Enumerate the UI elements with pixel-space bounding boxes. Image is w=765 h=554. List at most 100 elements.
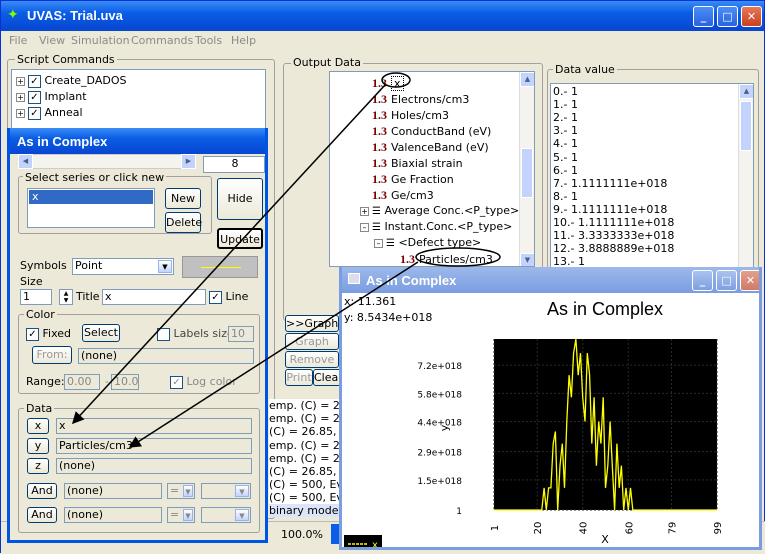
chevron-down-icon[interactable]: ▼ <box>183 485 193 497</box>
tree-item-biaxial[interactable]: 1.3 Biaxial strain <box>372 156 463 171</box>
chart-svg[interactable]: As in Complex 1 20 40 60 79 99 1 1.5e+018 2.9e+01… <box>342 293 762 547</box>
and-value-2[interactable]: ▼ <box>201 507 251 523</box>
data-value-row[interactable]: 2.- 1 <box>553 111 578 124</box>
z-button[interactable]: z <box>27 458 49 474</box>
z-field[interactable]: (none) <box>56 458 252 474</box>
remove-button[interactable]: Remove <box>285 351 339 368</box>
menu-view[interactable]: View <box>39 34 65 47</box>
and-op-1[interactable]: = ▼ <box>167 483 195 499</box>
checked-icon[interactable]: ✓ <box>170 375 183 389</box>
menu-help[interactable]: Help <box>231 34 256 47</box>
complex-dialog-title-bar[interactable]: As in Complex <box>10 128 265 154</box>
scroll-right-icon[interactable]: ▶ <box>181 154 196 169</box>
symbols-select[interactable]: Point ▼ <box>72 258 174 275</box>
maximize-button[interactable]: □ <box>717 6 738 27</box>
data-value-list[interactable]: 0.- 1 1.- 1 2.- 1 3.- 1 4.- 1 5.- 1 6.- 1 7.- 1… <box>550 83 754 271</box>
script-item-create[interactable]: + ✓ Create_DADOS <box>16 74 126 88</box>
data-value-row[interactable]: 12.- 3.8888889e+018 <box>553 242 674 255</box>
and-button-2[interactable]: And <box>27 507 57 523</box>
range-min[interactable]: 0.00 <box>64 374 100 390</box>
line-checkbox[interactable]: ✓ Line <box>209 290 248 304</box>
y-field[interactable]: Particles/cm3 <box>56 438 252 454</box>
data-value-row[interactable]: 6.- 1 <box>553 164 578 177</box>
scroll-down-icon[interactable]: ▼ <box>520 253 534 266</box>
x-field[interactable]: x <box>56 418 252 434</box>
new-series-button[interactable]: New <box>165 188 201 209</box>
scroll-thumb[interactable] <box>521 148 533 198</box>
data-value-row[interactable]: 9.- 1.1111111e+018 <box>553 203 667 216</box>
scroll-left-icon[interactable]: ◀ <box>18 154 33 169</box>
select-color-button[interactable]: Select <box>82 324 120 342</box>
y-button[interactable]: y <box>27 438 49 454</box>
expand-icon[interactable]: + <box>16 76 25 86</box>
graph-add-button[interactable]: >>Graph <box>285 315 339 332</box>
minimize-button[interactable]: _ <box>693 6 714 27</box>
labels-size-checkbox[interactable]: Labels size <box>157 327 234 341</box>
checked-icon[interactable]: ✓ <box>28 74 41 88</box>
script-item-anneal[interactable]: + ✓ Anneal <box>16 106 83 120</box>
data-value-row[interactable]: 5.- 1 <box>553 151 578 164</box>
main-title-bar[interactable]: ✦ UVAS: Trial.uva _ □ ✕ <box>1 1 764 31</box>
output-tree-scrollbar[interactable]: ▲ ▼ <box>519 72 534 266</box>
delete-series-button[interactable]: Delete <box>165 212 202 233</box>
tree-item-electrons[interactable]: 1.3 Electrons/cm3 <box>372 92 469 107</box>
tree-item-gefraction[interactable]: 1.3 Ge Fraction <box>372 172 454 187</box>
title-input[interactable]: x <box>102 289 206 305</box>
from-button[interactable]: From: <box>32 346 72 364</box>
menu-commands[interactable]: Commands <box>131 34 193 47</box>
data-value-row[interactable]: 10.- 1.1111111e+018 <box>553 216 674 229</box>
data-value-row[interactable]: 0.- 1 <box>553 85 578 98</box>
checked-icon[interactable]: ✓ <box>28 106 41 120</box>
tree-item-particles[interactable]: 1.3 Particles/cm3 <box>400 252 493 266</box>
data-value-row[interactable]: 4.- 1 <box>553 137 578 150</box>
chevron-down-icon[interactable]: ▼ <box>235 485 249 497</box>
collapse-icon[interactable]: – <box>360 222 369 232</box>
labels-size-input[interactable]: 10 <box>228 326 254 342</box>
line-color-swatch[interactable] <box>182 256 258 278</box>
fixed-checkbox[interactable]: ✓ Fixed <box>26 327 71 341</box>
size-stepper[interactable]: ▲ ▼ <box>59 289 73 305</box>
series-list[interactable]: x <box>27 188 155 228</box>
chart-window-title-bar[interactable]: As in Complex _ □ ✕ <box>342 267 759 293</box>
chevron-down-icon[interactable]: ▼ <box>183 509 193 521</box>
update-button[interactable]: Update <box>217 228 263 249</box>
chevron-down-icon[interactable]: ▼ <box>158 260 172 273</box>
menu-tools[interactable]: Tools <box>195 34 222 47</box>
tree-item-x[interactable]: 1.3 x <box>372 76 404 91</box>
and-value-1[interactable]: ▼ <box>201 483 251 499</box>
menu-file[interactable]: File <box>9 34 27 47</box>
collapse-icon[interactable]: – <box>374 238 383 248</box>
expand-icon[interactable]: + <box>16 92 25 102</box>
minimize-button[interactable]: _ <box>692 270 713 291</box>
maximize-button[interactable]: □ <box>716 270 737 291</box>
tree-item-instant[interactable]: – ☰ Instant.Conc.<P_type> <box>360 220 512 233</box>
tree-item-defect[interactable]: – ☰ <Defect type> <box>374 236 481 249</box>
tree-item-conductband[interactable]: 1.3 ConductBand (eV) <box>372 124 491 139</box>
data-value-row[interactable]: 1.- 1 <box>553 98 578 111</box>
close-button[interactable]: ✕ <box>741 6 762 27</box>
checked-icon[interactable]: ✓ <box>28 90 41 104</box>
menu-simulation[interactable]: Simulation <box>71 34 130 47</box>
and-op-2[interactable]: = ▼ <box>167 507 195 523</box>
data-value-row[interactable]: 7.- 1.1111111e+018 <box>553 177 667 190</box>
scroll-up-icon[interactable]: ▲ <box>520 72 534 87</box>
close-button[interactable]: ✕ <box>740 270 759 291</box>
checked-icon[interactable]: ✓ <box>209 290 222 304</box>
output-data-tree[interactable]: 1.3 x 1.3 Electrons/cm3 1.3 Holes/cm3 1.3 Co… <box>329 71 535 267</box>
series-scroller[interactable]: ◀ ▶ <box>18 154 196 169</box>
print-button[interactable]: Print <box>285 369 313 386</box>
graph-button[interactable]: Graph <box>285 333 339 350</box>
expand-icon[interactable]: + <box>16 108 25 118</box>
x-button[interactable]: x <box>27 418 49 434</box>
tree-item-gecm3[interactable]: 1.3 Ge/cm3 <box>372 188 434 203</box>
tree-item-valenceband[interactable]: 1.3 ValenceBand (eV) <box>372 140 489 155</box>
expand-icon[interactable]: + <box>360 206 369 216</box>
scroll-up-icon[interactable]: ▲ <box>739 84 753 99</box>
log-color-checkbox[interactable]: ✓ Log color <box>170 375 237 389</box>
and-field-1[interactable]: (none) <box>64 483 162 499</box>
and-button-1[interactable]: And <box>27 483 57 499</box>
size-input[interactable]: 1 <box>20 289 52 305</box>
checked-icon[interactable]: ✓ <box>26 327 39 341</box>
and-field-2[interactable]: (none) <box>64 507 162 523</box>
range-max[interactable]: 10.0 <box>111 374 139 390</box>
